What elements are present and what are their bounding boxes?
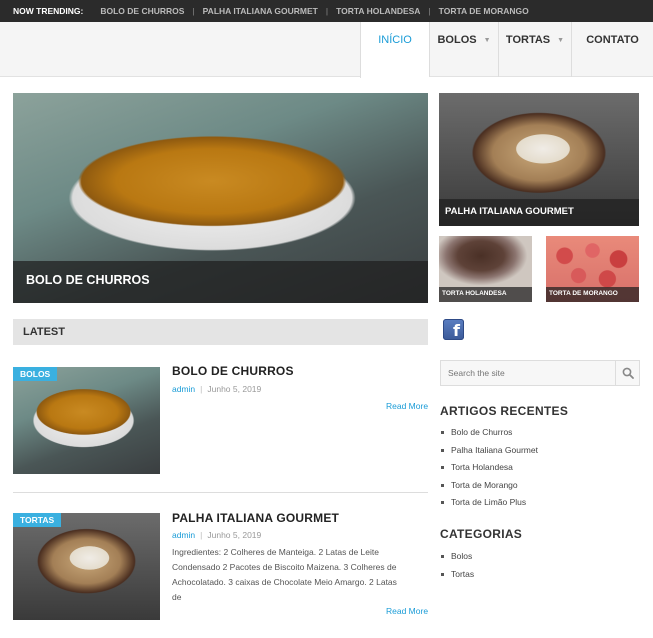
post-meta: admin | Junho 5, 2019 bbox=[172, 384, 261, 394]
post-excerpt: Ingredientes: 2 Colheres de Manteiga. 2 … bbox=[172, 545, 430, 605]
category-badge[interactable]: TORTAS bbox=[13, 513, 62, 527]
search-button[interactable] bbox=[615, 361, 639, 385]
post-thumbnail[interactable]: TORTAS bbox=[13, 513, 160, 620]
trending-bar: NOW TRENDING: BOLO DE CHURROS | PALHA IT… bbox=[0, 0, 653, 22]
nav-label: BOLOS bbox=[437, 34, 477, 46]
trending-separator: | bbox=[325, 6, 329, 16]
post-title[interactable]: BOLO DE CHURROS bbox=[172, 364, 294, 378]
nav-item-bolos[interactable]: BOLOS ▼ bbox=[429, 22, 498, 77]
trending-link-torta-de-morango[interactable]: TORTA DE MORANGO bbox=[439, 6, 529, 16]
post-thumbnail[interactable]: BOLOS bbox=[13, 367, 160, 474]
trending-link-bolo-de-churros[interactable]: BOLO DE CHURROS bbox=[100, 6, 184, 16]
category-badge[interactable]: BOLOS bbox=[13, 367, 58, 381]
excerpt-line: Condensado 2 Pacotes de Biscoito Maizena… bbox=[172, 562, 397, 572]
featured-side-title[interactable]: PALHA ITALIANA GOURMET bbox=[439, 199, 639, 226]
featured-small-holandesa[interactable]: TORTA HOLANDESA bbox=[439, 236, 532, 302]
featured-main-title[interactable]: BOLO DE CHURROS bbox=[13, 261, 428, 303]
featured-small-title[interactable]: TORTA DE MORANGO bbox=[546, 287, 639, 302]
nav-label: INÍCIO bbox=[378, 34, 412, 46]
nav-label: TORTAS bbox=[505, 34, 551, 46]
read-more-link[interactable]: Read More bbox=[386, 401, 428, 411]
nav-item-inicio[interactable]: INÍCIO bbox=[360, 22, 429, 78]
trending-link-torta-holandesa[interactable]: TORTA HOLANDESA bbox=[336, 6, 420, 16]
excerpt-line: de bbox=[172, 592, 182, 602]
chevron-down-icon: ▼ bbox=[557, 37, 565, 44]
featured-small-title[interactable]: TORTA HOLANDESA bbox=[439, 287, 532, 302]
recent-post-link[interactable]: Torta de Limão Plus bbox=[440, 497, 538, 515]
recent-post-link[interactable]: Torta de Morango bbox=[440, 480, 538, 498]
post-divider bbox=[13, 492, 428, 493]
recent-post-link[interactable]: Bolo de Churros bbox=[440, 427, 538, 445]
main-nav: INÍCIO BOLOS ▼ TORTAS ▼ CONTATO bbox=[360, 22, 653, 78]
nav-label: CONTATO bbox=[586, 34, 639, 46]
read-more-link[interactable]: Read More bbox=[386, 606, 428, 616]
recent-posts-title: ARTIGOS RECENTES bbox=[440, 404, 569, 418]
meta-separator: | bbox=[200, 384, 203, 394]
trending-link-palha-italiana[interactable]: PALHA ITALIANA GOURMET bbox=[203, 6, 318, 16]
categories-title: CATEGORIAS bbox=[440, 527, 523, 541]
chevron-down-icon: ▼ bbox=[483, 37, 491, 44]
post-date: Junho 5, 2019 bbox=[207, 384, 262, 394]
category-link[interactable]: Bolos bbox=[440, 551, 474, 569]
excerpt-line: Achocolatado. 3 caixas de Chocolate Meio… bbox=[172, 577, 397, 587]
nav-item-tortas[interactable]: TORTAS ▼ bbox=[498, 22, 571, 77]
search-box bbox=[440, 360, 640, 386]
post-meta: admin | Junho 5, 2019 bbox=[172, 530, 261, 540]
facebook-letter: f bbox=[453, 321, 460, 340]
featured-main[interactable]: BOLO DE CHURROS bbox=[13, 93, 428, 303]
trending-separator: | bbox=[192, 6, 195, 16]
latest-heading: LATEST bbox=[13, 319, 428, 345]
trending-label: NOW TRENDING: bbox=[13, 6, 84, 16]
trending-separator: | bbox=[428, 6, 431, 16]
post-date: Junho 5, 2019 bbox=[207, 530, 262, 540]
search-icon bbox=[622, 367, 634, 379]
post-title[interactable]: PALHA ITALIANA GOURMET bbox=[172, 511, 339, 525]
meta-separator: | bbox=[200, 530, 203, 540]
recent-post-link[interactable]: Torta Holandesa bbox=[440, 462, 538, 480]
site-header: INÍCIO BOLOS ▼ TORTAS ▼ CONTATO bbox=[0, 22, 653, 78]
facebook-icon[interactable]: f bbox=[443, 319, 464, 340]
recent-post-link[interactable]: Palha Italiana Gourmet bbox=[440, 445, 538, 463]
recent-posts-list: Bolo de Churros Palha Italiana Gourmet T… bbox=[440, 427, 538, 515]
search-input[interactable] bbox=[441, 361, 615, 385]
featured-side[interactable]: PALHA ITALIANA GOURMET bbox=[439, 93, 639, 226]
nav-item-contato[interactable]: CONTATO bbox=[571, 22, 653, 77]
featured-small-morango[interactable]: TORTA DE MORANGO bbox=[546, 236, 639, 302]
post-author-link[interactable]: admin bbox=[172, 530, 195, 540]
excerpt-line: Ingredientes: 2 Colheres de Manteiga. 2 … bbox=[172, 547, 379, 557]
categories-list: Bolos Tortas bbox=[440, 551, 474, 586]
post-author-link[interactable]: admin bbox=[172, 384, 195, 394]
category-link[interactable]: Tortas bbox=[440, 569, 474, 587]
